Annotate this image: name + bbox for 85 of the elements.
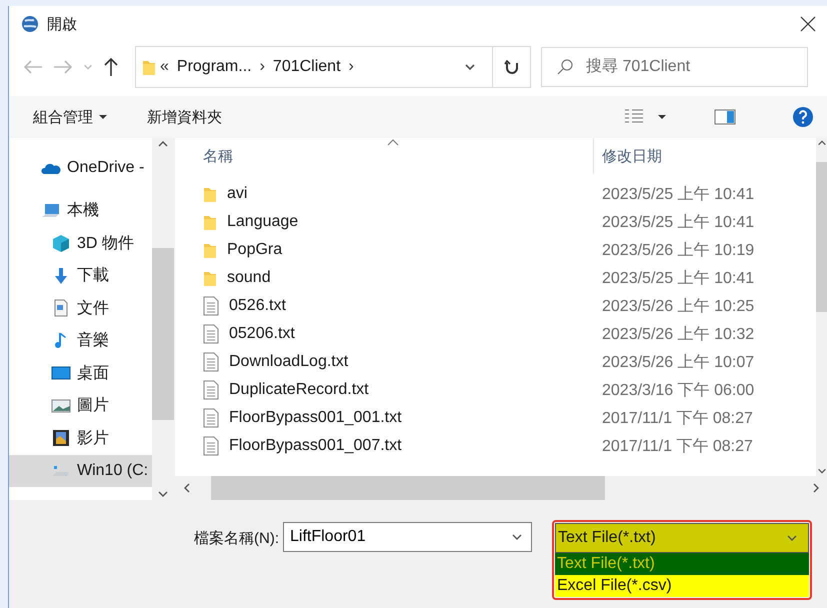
sidebar-item[interactable]: 本機	[9, 194, 152, 227]
modified-date-cell-text: 2023/5/26 上午 10:25	[601, 296, 754, 316]
chevron-down-icon	[83, 62, 93, 72]
file-type-dropdown[interactable]: Text File(*.txt)	[555, 523, 809, 553]
close-icon	[800, 16, 816, 32]
file-name-cell[interactable]: sound	[175, 269, 594, 287]
help-icon	[792, 106, 814, 128]
modified-date-cell-text: 2023/3/16 下午 06:00	[601, 380, 754, 400]
modified-date-cell-text: 2017/11/1 下午 08:27	[601, 436, 753, 456]
address-bar[interactable]: « Program... › 701Client ›	[135, 46, 531, 88]
overflow-chevron[interactable]: «	[160, 58, 169, 76]
text-file-icon	[203, 352, 219, 372]
file-name-cell[interactable]: FloorBypass001_001.txt	[175, 408, 594, 428]
text-file-icon	[203, 380, 219, 400]
sidebar-item[interactable]: 文件	[9, 292, 152, 324]
caret-icon	[99, 114, 107, 120]
text-file-icon	[203, 296, 219, 316]
file-name-cell[interactable]: DownloadLog.txt	[175, 352, 594, 372]
column-header[interactable]: 修改日期	[594, 138, 814, 174]
breadcrumb-item[interactable]: 701Client	[272, 58, 341, 76]
breadcrumb-separator[interactable]: ›	[348, 58, 354, 76]
file-name-cell[interactable]: FloorBypass001_007.txt	[175, 436, 594, 456]
modified-date-cell-text: 2023/5/25 上午 10:41	[601, 184, 754, 204]
file-name-combobox[interactable]: LiftFloor01	[283, 522, 532, 552]
modified-date-cell-text: 2023/5/26 上午 10:32	[601, 324, 754, 344]
scroll-down-icon	[817, 466, 827, 476]
file-name-cell[interactable]: PopGra	[175, 241, 594, 259]
back-arrow-icon	[23, 59, 43, 75]
help-button[interactable]	[790, 104, 816, 130]
desktop-icon	[51, 364, 71, 382]
sidebar-item[interactable]: 影片	[9, 422, 152, 454]
up-arrow-icon	[103, 57, 119, 77]
file-name-cell[interactable]: DuplicateRecord.txt	[175, 380, 594, 400]
sidebar-item[interactable]: 下載	[9, 260, 152, 292]
search-field[interactable]: 搜尋 701Client	[584, 57, 788, 77]
cube-icon	[51, 234, 71, 252]
file-name-label: 檔案名稱(N):	[194, 529, 279, 548]
horizontal-scrollbar[interactable]	[175, 476, 827, 500]
search-icon	[556, 58, 574, 76]
sidebar-item[interactable]: 桌面	[9, 357, 152, 390]
new-folder-button[interactable]: 新增資料夾	[147, 108, 222, 126]
folder-icon	[203, 269, 217, 287]
modified-date-cell-text: 2023/5/25 上午 10:41	[601, 268, 754, 288]
text-file-icon	[203, 436, 219, 456]
file-name-cell[interactable]: 05206.txt	[175, 324, 594, 344]
globe-icon	[21, 15, 39, 33]
modified-date-cell-text: 2023/5/26 上午 10:19	[601, 240, 754, 260]
caret-icon	[658, 114, 666, 120]
sidebar-item[interactable]: 圖片	[9, 390, 152, 422]
column-header[interactable]: 名稱	[175, 138, 594, 174]
file-type-option[interactable]: Excel File(*.csv)	[555, 575, 809, 597]
file-name-cell[interactable]: 0526.txt	[175, 296, 594, 316]
modified-date-cell-text: 2017/11/1 下午 08:27	[601, 408, 753, 428]
folder-icon	[142, 58, 156, 76]
refresh-icon	[504, 59, 520, 75]
sidebar-item[interactable]: OneDrive -	[9, 152, 152, 184]
forward-arrow-icon	[53, 59, 73, 75]
file-type-option[interactable]: Text File(*.txt)	[555, 553, 809, 575]
folder-icon	[203, 213, 217, 231]
scroll-up-icon	[817, 138, 827, 148]
file-name-field[interactable]: LiftFloor01	[288, 527, 511, 547]
sidebar-item[interactable]: 音樂	[9, 324, 152, 357]
modified-date-cell-text: 2023/5/26 上午 10:07	[601, 352, 754, 372]
search-box[interactable]: 搜尋 701Client	[541, 47, 808, 87]
film-icon	[51, 429, 71, 448]
text-file-icon	[203, 408, 219, 428]
breadcrumb-separator[interactable]: ›	[260, 58, 265, 76]
folder-icon	[203, 241, 217, 259]
window-title: 開啟	[47, 14, 78, 34]
file-name-cell[interactable]: avi	[175, 185, 594, 203]
modified-date-cell-text: 2023/5/25 上午 10:41	[601, 212, 754, 232]
file-list-scrollbar[interactable]	[816, 138, 827, 476]
organize-menu-button[interactable]: 組合管理	[33, 108, 107, 126]
sort-ascending-icon	[387, 138, 399, 146]
text-file-icon	[203, 324, 219, 344]
sidebar-scrollbar[interactable]	[152, 138, 174, 500]
file-name-cell[interactable]: Language	[175, 213, 594, 231]
picture-icon	[51, 396, 71, 415]
sidebar-item[interactable]: 3D 物件	[9, 227, 152, 260]
breadcrumb-item[interactable]: Program...	[176, 58, 252, 76]
computer-icon	[41, 202, 61, 220]
folder-icon	[203, 185, 217, 203]
sidebar-item[interactable]: Win10 (C:	[9, 454, 152, 487]
preview-pane-button[interactable]	[712, 107, 738, 127]
preview-pane-icon	[714, 109, 736, 125]
